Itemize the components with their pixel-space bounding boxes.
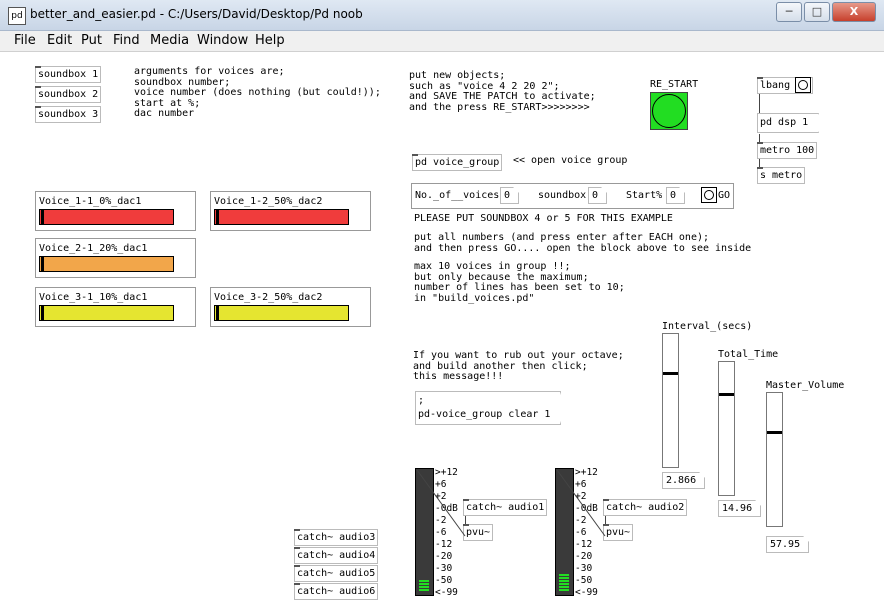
voice-box-3-1[interactable]: Voice_3-1_10%_dac1 bbox=[35, 287, 196, 327]
vu-segment bbox=[419, 586, 429, 588]
please-soundbox-comment: PLEASE PUT SOUNDBOX 4 or 5 FOR THIS EXAM… bbox=[414, 213, 673, 224]
voice-box-1-1[interactable]: Voice_1-1_0%_dac1 bbox=[35, 191, 196, 231]
menu-window[interactable]: Window bbox=[197, 33, 248, 48]
catch-audio4-object[interactable]: catch~ audio4 bbox=[294, 547, 379, 564]
menu-file[interactable]: File bbox=[14, 33, 36, 48]
patch-cord-diagonal bbox=[416, 469, 466, 537]
soundbox-label: soundbox bbox=[538, 190, 587, 201]
master-volume-label: Master_Volume bbox=[766, 380, 845, 391]
bang-circle-icon bbox=[652, 94, 686, 128]
catch-audio2-object[interactable]: catch~ audio2 bbox=[603, 499, 688, 516]
bang-circle-icon bbox=[798, 80, 808, 90]
slider-knob bbox=[663, 372, 678, 375]
close-button[interactable]: X bbox=[832, 2, 876, 22]
voice-box-2-1[interactable]: Voice_2-1_20%_dac1 bbox=[35, 238, 196, 278]
rub-out-comment: If you want to rub out your octave; and … bbox=[413, 350, 624, 382]
maximize-button[interactable]: □ bbox=[804, 2, 830, 22]
catch-audio5-object[interactable]: catch~ audio5 bbox=[294, 565, 379, 582]
catch-audio3-object[interactable]: catch~ audio3 bbox=[294, 529, 379, 546]
soundbox-number[interactable]: 0 bbox=[588, 187, 607, 204]
metro-object[interactable]: metro 100 bbox=[757, 142, 818, 159]
soundbox-2-object[interactable]: soundbox 2 bbox=[35, 86, 102, 103]
pd-window: pd better_and_easier.pd - C:/Users/David… bbox=[0, 0, 884, 615]
voice-box-1-2[interactable]: Voice_1-2_50%_dac2 bbox=[210, 191, 371, 231]
vu-segment bbox=[419, 580, 429, 582]
vu-segment bbox=[559, 577, 569, 579]
interval-slider[interactable] bbox=[662, 333, 679, 468]
level-indicator bbox=[41, 306, 45, 320]
voice-level-bar[interactable] bbox=[214, 209, 349, 225]
menu-edit[interactable]: Edit bbox=[47, 33, 72, 48]
voice-level-bar[interactable] bbox=[39, 209, 174, 225]
menu-media[interactable]: Media bbox=[150, 33, 189, 48]
level-indicator bbox=[41, 210, 45, 224]
clear-voice-group-message[interactable]: ; pd-voice_group clear 1 bbox=[415, 391, 561, 425]
patch-cord bbox=[759, 134, 760, 142]
master-volume-slider[interactable] bbox=[766, 392, 783, 527]
voice-level-bar[interactable] bbox=[39, 256, 174, 272]
start-percent-label: Start% bbox=[626, 190, 663, 201]
voice-group-subpatch[interactable]: pd voice_group bbox=[412, 154, 503, 171]
level-indicator bbox=[216, 210, 220, 224]
catch-audio6-object[interactable]: catch~ audio6 bbox=[294, 583, 379, 600]
send-metro-object[interactable]: s metro bbox=[757, 167, 806, 184]
total-time-label: Total_Time bbox=[718, 349, 779, 360]
slider-knob bbox=[767, 431, 782, 434]
level-indicator bbox=[216, 306, 220, 320]
voice-label: Voice_3-1_10%_dac1 bbox=[39, 292, 148, 303]
loadbang-bang[interactable] bbox=[795, 77, 811, 93]
voices-count-label: No._of__voices bbox=[415, 190, 500, 201]
title-bar: pd better_and_easier.pd - C:/Users/David… bbox=[0, 0, 884, 31]
dsp-on-message[interactable]: pd dsp 1 bbox=[757, 113, 819, 133]
voices-count-number[interactable]: 0 bbox=[500, 187, 519, 204]
vu-segment bbox=[419, 583, 429, 585]
interval-number[interactable]: 2.866 bbox=[662, 472, 705, 489]
voice-label: Voice_1-2_50%_dac2 bbox=[214, 196, 323, 207]
voice-level-bar[interactable] bbox=[39, 305, 174, 321]
put-numbers-comment: put all numbers (and press enter after E… bbox=[414, 232, 752, 254]
open-voice-group-comment: << open voice group bbox=[513, 155, 628, 166]
voice-level-bar[interactable] bbox=[214, 305, 349, 321]
voice-builder-panel[interactable]: No._of__voices 0 soundbox 0 Start% 0 GO bbox=[411, 183, 734, 209]
menu-help[interactable]: Help bbox=[255, 33, 285, 48]
master-volume-number[interactable]: 57.95 bbox=[766, 536, 809, 553]
voice-label: Voice_2-1_20%_dac1 bbox=[39, 243, 148, 254]
patch-canvas[interactable]: soundbox 1 soundbox 2 soundbox 3 argumen… bbox=[0, 52, 884, 615]
voice-label: Voice_3-2_50%_dac2 bbox=[214, 292, 323, 303]
menu-bar: File Edit Put Find Media Window Help bbox=[0, 31, 884, 52]
patch-cord-diagonal bbox=[556, 469, 606, 537]
vu-segment bbox=[559, 589, 569, 591]
vu-segment bbox=[559, 583, 569, 585]
slider-knob bbox=[719, 393, 734, 396]
go-bang[interactable] bbox=[701, 187, 717, 203]
menu-find[interactable]: Find bbox=[113, 33, 140, 48]
voice-box-3-2[interactable]: Voice_3-2_50%_dac2 bbox=[210, 287, 371, 327]
total-time-slider[interactable] bbox=[718, 361, 735, 496]
restart-label: RE_START bbox=[650, 79, 699, 90]
window-title: better_and_easier.pd - C:/Users/David/De… bbox=[30, 7, 363, 21]
voice-label: Voice_1-1_0%_dac1 bbox=[39, 196, 142, 207]
start-percent-number[interactable]: 0 bbox=[666, 187, 685, 204]
menu-put[interactable]: Put bbox=[81, 33, 102, 48]
catch-audio1-object[interactable]: catch~ audio1 bbox=[463, 499, 548, 516]
total-time-number[interactable]: 14.96 bbox=[718, 500, 761, 517]
vu-segment bbox=[559, 574, 569, 576]
pd-file-icon: pd bbox=[8, 7, 26, 25]
max-voices-comment: max 10 voices in group !!; but only beca… bbox=[414, 261, 625, 304]
restart-bang[interactable] bbox=[650, 92, 688, 130]
bang-circle-icon bbox=[704, 190, 714, 200]
soundbox-3-object[interactable]: soundbox 3 bbox=[35, 106, 102, 123]
level-indicator bbox=[41, 257, 45, 271]
patch-cord bbox=[759, 94, 760, 113]
patch-cord bbox=[759, 159, 760, 167]
vu-segment bbox=[559, 586, 569, 588]
vu-segment bbox=[559, 580, 569, 582]
soundbox-1-object[interactable]: soundbox 1 bbox=[35, 66, 102, 83]
go-label: GO bbox=[718, 190, 731, 201]
vu-segment bbox=[419, 589, 429, 591]
arguments-comment: arguments for voices are; soundbox numbe… bbox=[134, 66, 381, 119]
minimize-button[interactable]: ─ bbox=[776, 2, 802, 22]
instructions-comment: put new objects; such as "voice 4 2 20 2… bbox=[409, 70, 596, 113]
interval-label: Interval_(secs) bbox=[662, 321, 753, 332]
